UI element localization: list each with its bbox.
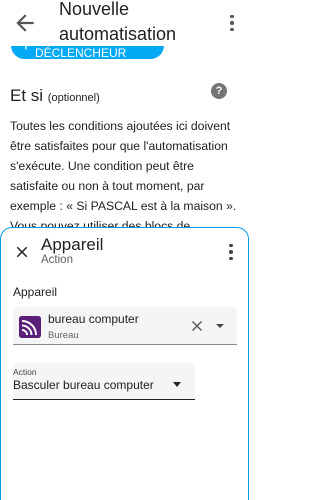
close-icon: [16, 246, 28, 258]
device-picker[interactable]: bureau computer Bureau: [13, 307, 237, 345]
action-select-value: Basculer bureau computer: [13, 378, 154, 392]
device-area: Bureau: [48, 330, 79, 341]
arrow-left-icon: [16, 14, 34, 32]
device-action-dialog: Appareil Action Appareil bureau computer…: [0, 227, 249, 500]
action-select-label: Action: [13, 367, 37, 377]
dialog-subtitle: Action: [41, 254, 73, 266]
dialog-menu-button[interactable]: [224, 242, 238, 262]
menu-down-icon[interactable]: [216, 324, 224, 328]
close-icon: [192, 321, 202, 331]
wifi-device-icon: [19, 316, 41, 338]
conditions-optional-label: (optionnel): [47, 92, 100, 104]
dialog-title: Appareil: [41, 235, 104, 254]
device-name: bureau computer: [48, 312, 139, 326]
dialog-close-button[interactable]: [13, 243, 31, 261]
conditions-title: Et si (optionnel): [10, 86, 100, 106]
conditions-title-text: Et si: [10, 86, 44, 105]
back-button[interactable]: [12, 10, 38, 36]
clear-device-button[interactable]: [191, 319, 203, 331]
overflow-menu-button[interactable]: [221, 10, 243, 36]
menu-down-icon[interactable]: [173, 382, 181, 387]
dots-vertical-icon: [230, 14, 234, 19]
help-circle-icon[interactable]: ?: [211, 83, 227, 99]
action-select[interactable]: Action Basculer bureau computer: [13, 363, 195, 400]
dots-vertical-icon: [229, 243, 233, 248]
app-bar: Nouvelle automatisation: [0, 0, 249, 46]
page-title: Nouvelle automatisation: [59, 0, 177, 44]
device-section-label: Appareil: [13, 285, 58, 299]
